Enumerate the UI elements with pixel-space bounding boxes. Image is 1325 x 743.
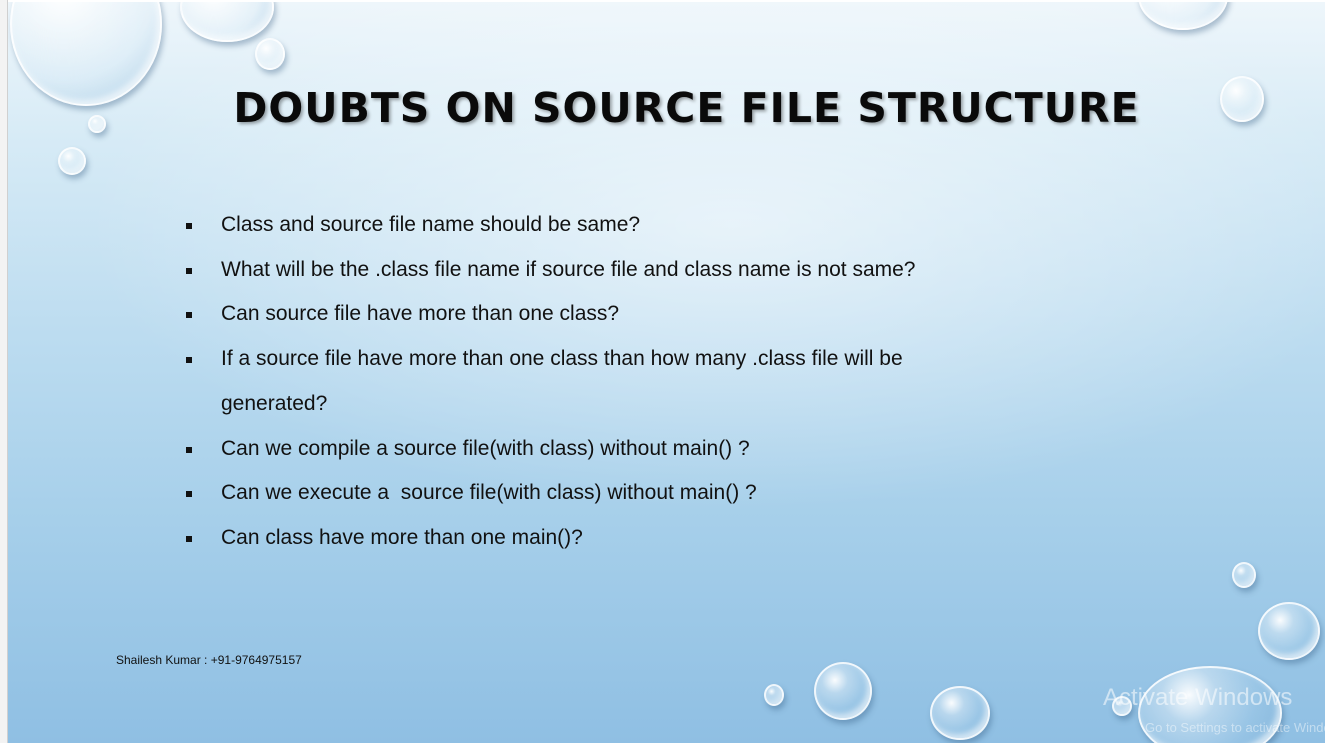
square-bullet-icon	[186, 223, 192, 229]
list-item-text: Can we execute a source file(with class)…	[221, 481, 757, 505]
activate-windows-subtitle: Go to Settings to activate Windows.	[1145, 720, 1325, 735]
activate-windows-watermark: Activate Windows	[1103, 684, 1293, 711]
presentation-window: DOUBTS ON SOURCE FILE STRUCTURE Class an…	[0, 0, 1325, 743]
list-item-text: Class and source file name should be sam…	[221, 213, 641, 236]
square-bullet-icon	[186, 535, 192, 542]
water-drop-icon	[1258, 602, 1320, 660]
list-item-text: Can source file have more than one class…	[221, 302, 620, 326]
slide-footer: Shailesh Kumar : +91-9764975157	[116, 653, 302, 667]
water-drop-icon	[930, 686, 990, 740]
list-item: Can source file have more than one class…	[183, 292, 1003, 337]
square-bullet-icon	[186, 446, 192, 453]
water-drop-icon	[1232, 562, 1256, 588]
water-drop-icon	[255, 38, 285, 70]
list-item: Can we execute a source file(with class)…	[183, 471, 1003, 516]
square-bullet-icon	[186, 312, 192, 319]
water-drop-icon	[58, 147, 86, 175]
square-bullet-icon	[186, 267, 192, 274]
water-drop-icon	[180, 2, 274, 42]
list-item-text: Can we compile a source file(with class)…	[221, 436, 750, 460]
list-item: Can we compile a source file(with class)…	[183, 427, 1003, 472]
list-item-text: What will be the .class file name if sou…	[221, 257, 916, 281]
square-bullet-icon	[186, 357, 192, 364]
window-left-edge	[0, 0, 8, 743]
square-bullet-icon	[186, 491, 192, 498]
list-item-text: Can class have more than one main()?	[221, 525, 583, 549]
list-item-text: If a source file have more than one clas…	[221, 347, 903, 415]
water-drop-icon	[1138, 2, 1228, 30]
list-item: If a source file have more than one clas…	[183, 337, 1001, 426]
water-drop-icon	[764, 684, 784, 706]
slide-title: DOUBTS ON SOURCE FILE STRUCTURE	[233, 84, 1140, 132]
list-item: Class and source file name should be sam…	[183, 203, 1003, 248]
list-item: What will be the .class file name if sou…	[183, 248, 1003, 293]
slide: DOUBTS ON SOURCE FILE STRUCTURE Class an…	[8, 2, 1325, 743]
water-drop-icon	[814, 662, 872, 720]
list-item: Can class have more than one main()?	[183, 516, 1003, 561]
bullet-list: Class and source file name should be sam…	[183, 203, 1003, 561]
